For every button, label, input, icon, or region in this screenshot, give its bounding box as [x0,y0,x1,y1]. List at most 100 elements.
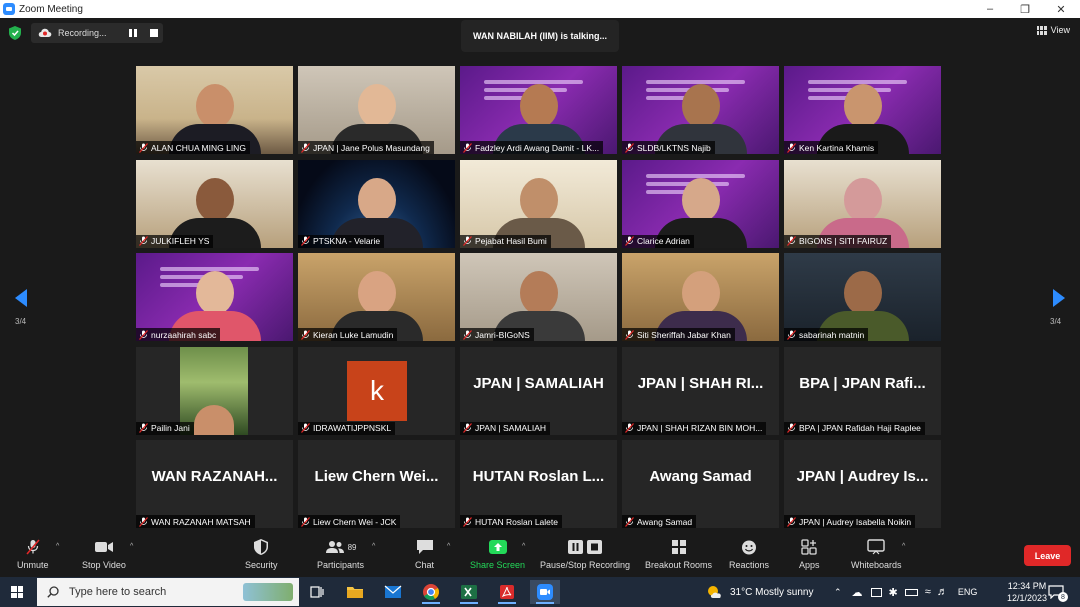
muted-mic-icon [463,142,472,153]
minimize-button[interactable]: – [972,0,1008,18]
taskbar-search-box[interactable]: Type here to search [37,578,299,606]
participant-video-tile[interactable]: Kieran Luke Lamudin [298,253,455,341]
next-page-button[interactable] [1053,289,1065,307]
participant-video-tile[interactable]: BIGONS | SITI FAIRUZ [784,159,941,248]
participants-button[interactable]: 89 Participants [317,539,364,570]
windows-start-icon[interactable] [11,586,23,598]
participant-video-tile[interactable]: Pejabat Hasil Bumi [460,159,617,248]
participants-count: 89 [347,542,357,552]
sun-cloud-icon [708,586,721,598]
unmute-button[interactable]: Unmute [17,539,49,570]
view-button[interactable]: View [1036,25,1070,35]
cloud-sync-icon[interactable]: ☁ [852,586,863,599]
participant-name-label: JPAN | SAMALIAH [460,421,551,435]
previous-page-button[interactable] [15,289,27,307]
participant-video-tile[interactable]: ALAN CHUA MING LING [136,66,293,154]
speaker-icon[interactable]: ♬ [937,586,948,598]
stop-recording-button[interactable] [150,29,158,37]
zoom-taskbar-icon[interactable] [530,580,560,604]
wifi-icon[interactable]: ≈ [925,586,931,598]
language-indicator[interactable]: ENG [958,587,978,597]
participant-placeholder-tile[interactable]: JPAN | SAMALIAH JPAN | SAMALIAH [460,346,617,435]
chat-caret[interactable]: ^ [447,543,450,550]
participant-video-tile[interactable]: JULKIFLEH YS [136,159,293,248]
share-screen-icon [488,539,508,555]
acrobat-icon[interactable] [492,580,522,604]
mail-icon[interactable] [378,580,408,604]
weather-text: 31°C Mostly sunny [730,586,814,598]
taskbar-clock[interactable]: 12:34 PM 12/1/2023 [1007,580,1047,604]
battery-icon[interactable] [904,588,918,596]
file-explorer-icon[interactable] [340,580,370,604]
breakout-rooms-button[interactable]: Breakout Rooms [645,539,712,570]
participants-label: Participants [317,560,365,570]
participant-video-tile[interactable]: JPAN | Jane Polus Masundang [298,66,455,154]
participant-video-tile[interactable]: PTSKNA - Velarie [298,159,455,248]
participant-video-tile[interactable]: Clarice Adrian [622,159,779,248]
participant-video-tile[interactable]: Fadzley Ardi Awang Damit - LK... [460,66,617,154]
reactions-button[interactable]: Reactions [729,539,769,570]
apps-button[interactable]: Apps [799,539,820,570]
participant-video-tile[interactable]: SLDB/LKTNS Najib [622,66,779,154]
whiteboards-button[interactable]: Whiteboards [851,539,902,570]
muted-mic-icon [301,142,310,153]
notification-center[interactable]: 8 [1048,577,1068,607]
grid-view-icon [1036,25,1047,35]
participant-name-label: Jamri-BIGoNS [460,328,534,341]
pause-recording-button[interactable] [129,29,137,37]
participant-placeholder-tile[interactable]: WAN RAZANAH... WAN RAZANAH MATSAH [136,440,293,528]
participant-video-tile[interactable]: Jamri-BIGoNS [460,253,617,341]
clock-time: 12:34 PM [1007,581,1047,591]
participant-placeholder-tile[interactable]: Liew Chern Wei... Liew Chern Wei - JCK [298,440,455,528]
pause-stop-recording-button[interactable]: Pause/Stop Recording [540,539,630,570]
participant-placeholder-tile[interactable]: HUTAN Roslan L... HUTAN Roslan Lalete [460,440,617,528]
participant-video-tile[interactable]: Siti Sheriffah Jabar Khan [622,253,779,341]
participant-placeholder-tile[interactable]: k IDRAWATIJPPNSKL [298,346,455,435]
whiteboards-caret[interactable]: ^ [902,543,905,550]
participant-placeholder-tile[interactable]: JPAN | Audrey Is... JPAN | Audrey Isabell… [784,440,941,528]
apps-label: Apps [799,560,820,570]
task-view-icon[interactable] [302,580,332,604]
chat-button[interactable]: Chat [415,539,434,570]
share-screen-button[interactable]: Share Screen [470,539,525,570]
recording-controls-icon [567,539,603,555]
leave-button[interactable]: Leave [1024,545,1071,566]
muted-mic-icon [139,516,148,527]
participant-name-label: BIGONS | SITI FAIRUZ [784,234,892,248]
tray-overflow-icon[interactable]: ⌃ [834,587,842,598]
participant-placeholder-tile[interactable]: BPA | JPAN Rafi... BPA | JPAN Rafidah Haj… [784,346,941,435]
participant-placeholder-tile[interactable]: Pailin Jani [136,346,293,435]
participant-name: SLDB/LKTNS Najib [637,142,711,153]
participant-name: IDRAWATIJPPNSKL [313,423,392,433]
display-icon[interactable] [870,587,882,597]
system-tray: ⌃ ☁ ✱ ≈ ♬ ENG [834,577,977,607]
participant-video-tile[interactable]: nurzaahirah sabc [136,253,293,341]
participant-name-label: IDRAWATIJPPNSKL [298,421,396,435]
share-screen-caret[interactable]: ^ [522,543,525,550]
window-titlebar: Zoom Meeting – ❐ ✕ [0,0,1080,18]
maximize-button[interactable]: ❐ [1007,0,1043,18]
recording-label: Recording... [58,28,107,38]
chrome-icon[interactable] [416,580,446,604]
shield-icon[interactable] [9,26,21,40]
active-speaker-banner: WAN NABILAH (IIM) is talking... [461,20,619,52]
participant-placeholder-tile[interactable]: Awang Samad Awang Samad [622,440,779,528]
participant-video-tile[interactable]: Ken Kartina Khamis [784,66,941,154]
letter-avatar: k [347,360,407,421]
audio-options-caret[interactable]: ^ [56,543,59,550]
participant-display-name: JPAN | SHAH RI... [637,374,764,392]
stop-video-button[interactable]: Stop Video [82,539,126,570]
excel-icon[interactable] [454,580,484,604]
participant-name: Jamri-BIGoNS [475,329,530,340]
participant-name-label: JULKIFLEH YS [136,234,214,248]
weather-widget[interactable]: 31°C Mostly sunny [706,577,813,607]
participant-placeholder-tile[interactable]: JPAN | SHAH RI... JPAN | SHAH RIZAN BIN M… [622,346,779,435]
security-button[interactable]: Security [245,539,278,570]
participant-display-name: HUTAN Roslan L... [472,468,605,485]
video-options-caret[interactable]: ^ [130,543,133,550]
bluetooth-icon[interactable]: ✱ [889,586,898,599]
muted-mic-icon [301,423,310,433]
close-window-button[interactable]: ✕ [1043,0,1079,18]
participants-caret[interactable]: ^ [372,543,375,550]
participant-video-tile[interactable]: sabarinah matnin [784,253,941,341]
